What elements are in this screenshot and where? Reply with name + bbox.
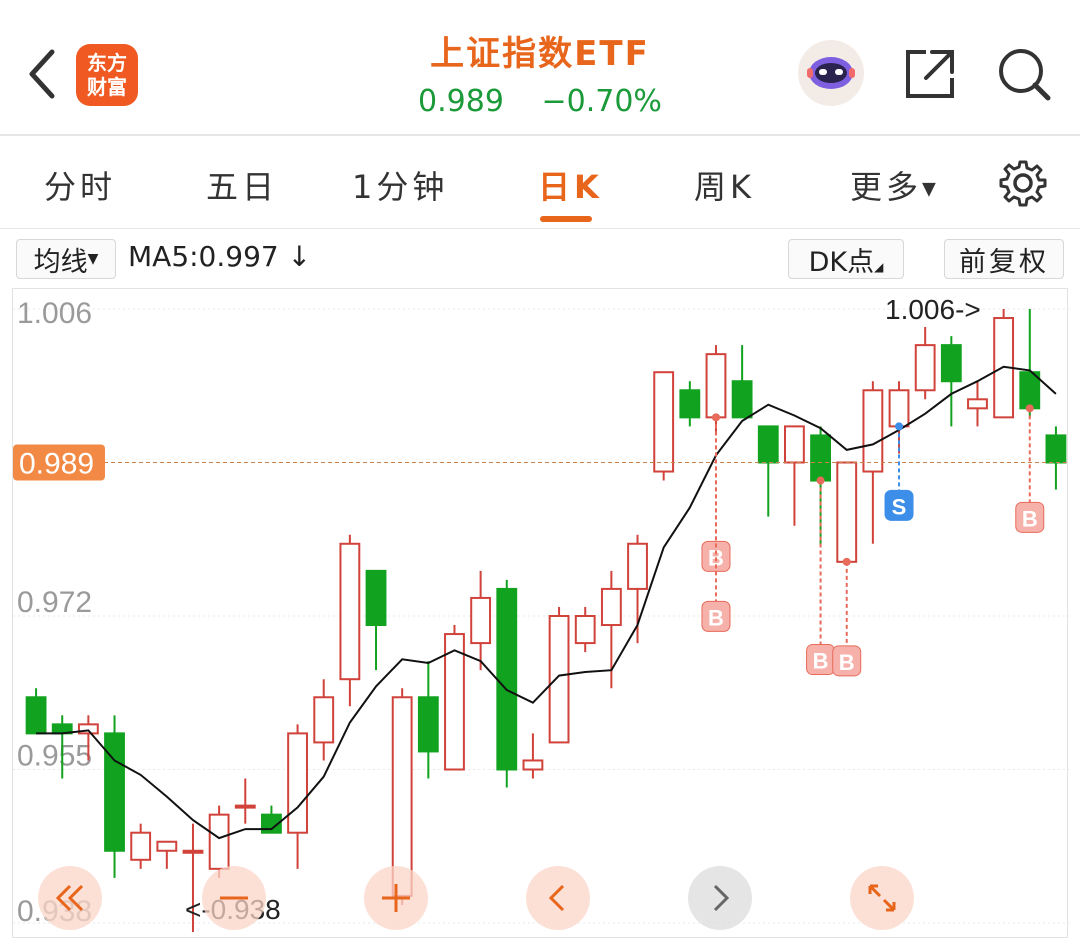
previous-button[interactable]: [526, 866, 590, 930]
tab-daily-k[interactable]: 日K: [538, 162, 603, 208]
fullscreen-icon: [868, 884, 896, 912]
candle-body: [313, 696, 335, 744]
corner-triangle-icon: ◢: [874, 260, 884, 274]
candle-body: [836, 461, 858, 563]
y-tick-label: 0.955: [17, 740, 92, 773]
dropdown-arrow-icon: ▼: [87, 251, 99, 267]
candle-body: [182, 849, 204, 854]
y-tick-label: 1.006: [17, 297, 92, 330]
candle-body: [339, 542, 361, 681]
ma-select-label: 均线: [33, 246, 88, 278]
zoom-in-button[interactable]: [364, 866, 428, 930]
candle-body: [25, 696, 47, 735]
candle-body: [574, 615, 596, 645]
candle-body: [600, 587, 622, 627]
candle-body: [627, 542, 648, 590]
double-left-icon: [55, 884, 84, 912]
settings-gear-icon[interactable]: [998, 158, 1048, 208]
candle-body: [967, 398, 988, 410]
candle-body: [653, 371, 675, 473]
y-tick-label: 0.972: [17, 586, 92, 619]
search-icon[interactable]: [996, 46, 1052, 102]
prev-icon: [548, 884, 565, 912]
candle-body: [757, 425, 779, 464]
candle-body: [417, 696, 439, 753]
candle-body: [914, 344, 936, 392]
tab-weekly-k[interactable]: 周K: [694, 162, 755, 208]
candle-body: [862, 389, 884, 473]
candle-body: [130, 831, 152, 861]
candle-body: [234, 804, 256, 809]
dk-point-button[interactable]: DK点 ◢: [788, 239, 904, 279]
period-tabs: 分时 五日 1分钟 日K 周K 更多▼: [0, 136, 1080, 229]
tab-five-day[interactable]: 五日: [206, 162, 278, 208]
signal-label: B: [1022, 506, 1038, 531]
ma5-value: MA5:0.997: [128, 240, 279, 273]
down-arrow-icon: ↓: [278, 240, 312, 273]
price-adjust-label: 前复权: [959, 246, 1049, 278]
candle-body: [104, 732, 125, 852]
current-price: 0.989: [418, 84, 504, 119]
candle-body: [731, 380, 753, 419]
fullscreen-button[interactable]: [850, 866, 914, 930]
scroll-to-start-button[interactable]: [38, 866, 102, 930]
zoom-in-icon: [382, 884, 410, 912]
zoom-out-button[interactable]: [202, 866, 266, 930]
zoom-out-icon: [220, 896, 248, 900]
signal-label: S: [892, 494, 907, 519]
candle-body: [522, 759, 544, 771]
candle-body: [365, 569, 387, 627]
candle-body: [888, 389, 910, 428]
candle-body: [496, 587, 518, 771]
candle-body: [287, 732, 308, 834]
price-change: −0.70%: [541, 84, 662, 119]
candle-body: [156, 840, 178, 852]
kline-svg: 1.0060.9720.9550.9380.9891.006-><-0.938B…: [13, 294, 1069, 933]
share-icon[interactable]: [902, 46, 958, 102]
candle-body: [1045, 434, 1067, 464]
dk-point-label: DK点: [808, 246, 875, 278]
kline-chart[interactable]: 1.0060.9720.9550.9380.9891.006-><-0.938B…: [12, 288, 1069, 938]
tab-more[interactable]: 更多▼: [850, 162, 940, 208]
ma-select[interactable]: 均线 ▼: [16, 239, 116, 279]
candle-body: [810, 434, 831, 482]
next-icon: [713, 884, 730, 912]
candle-body: [679, 389, 701, 419]
active-tab-underline: [540, 216, 592, 222]
current-price-label: 0.989: [19, 448, 94, 481]
candle-body: [940, 344, 962, 383]
tab-one-minute[interactable]: 1分钟: [352, 162, 448, 208]
signal-label: B: [813, 649, 829, 674]
tab-more-label: 更多: [850, 168, 923, 206]
price-adjust-button[interactable]: 前复权: [944, 239, 1064, 279]
signal-label: B: [839, 650, 855, 675]
ma5-line: [36, 365, 1057, 840]
candle-body: [784, 425, 805, 464]
assistant-robot-icon[interactable]: [798, 40, 864, 106]
candle-body: [548, 615, 570, 744]
dropdown-arrow-icon: ▼: [922, 178, 940, 200]
next-button[interactable]: [688, 866, 752, 930]
candle-body: [705, 353, 727, 419]
candle-body: [470, 596, 492, 645]
high-price-label: 1.006->: [885, 294, 981, 325]
tab-intraday[interactable]: 分时: [44, 162, 116, 208]
top-bar: 东方 财富 上证指数ETF 0.989 −0.70%: [0, 0, 1080, 136]
signal-label: B: [708, 605, 724, 630]
ma5-readout: MA5:0.997 ↓: [128, 240, 311, 273]
candle-body: [208, 813, 230, 870]
